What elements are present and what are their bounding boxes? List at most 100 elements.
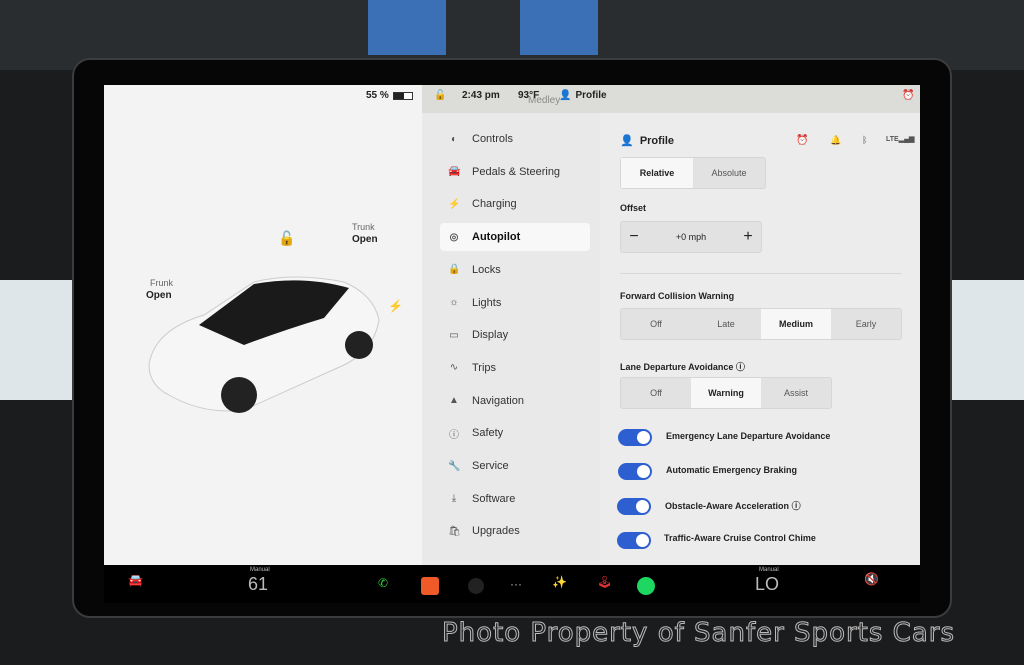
lock-icon: 🔒 (448, 264, 461, 276)
background-window (520, 0, 598, 55)
sun-icon: ☼ (449, 297, 459, 308)
charge-port-icon[interactable]: ⚡ (388, 299, 403, 313)
frunk-open-button[interactable]: Open (146, 290, 172, 301)
menu-item-autopilot[interactable]: ◎ Autopilot (440, 223, 590, 252)
battery-percent: 55 % (366, 90, 389, 101)
battery-icon (392, 91, 413, 100)
settings-menu: ◐ Controls 🚘 Pedals & Steering ⚡ Charging ◎ Aut… (422, 113, 600, 565)
trunk-label: Trunk (352, 222, 375, 232)
toybox-icon[interactable]: ✨ (552, 575, 567, 589)
offset-value: +0 mph (675, 232, 707, 242)
menu-item-navigation[interactable]: ▲ Navigation (440, 387, 590, 415)
car-icon[interactable]: 🚘 (128, 573, 143, 587)
speed-mode-absolute[interactable]: Absolute (693, 158, 765, 188)
lda-off[interactable]: Off (621, 378, 691, 408)
offset-decrease-button[interactable]: − (621, 222, 647, 252)
steering-wheel-icon: ◎ (449, 231, 459, 243)
menu-item-label: Locks (472, 263, 501, 276)
offset-increase-button[interactable]: + (735, 222, 761, 252)
volume-muted-icon[interactable]: 🔇 (864, 572, 879, 586)
right-climate-mode: Manual (759, 567, 779, 573)
more-apps-icon[interactable]: ··· (510, 577, 522, 591)
menu-item-label: Controls (472, 133, 513, 145)
toggle-icon: ◐ (450, 133, 458, 145)
speed-mode-relative[interactable]: Relative (621, 158, 693, 188)
profile-title: Profile (639, 135, 675, 147)
bolt-icon: ⚡ (448, 198, 461, 210)
menu-item-display[interactable]: ▭ Display (440, 321, 590, 349)
info-icon[interactable]: ⓘ (736, 362, 745, 372)
fcw-selector: Off Late Medium Early (620, 308, 902, 340)
menu-item-label: Autopilot (472, 231, 521, 244)
automatic-emergency-braking-toggle[interactable] (618, 463, 652, 480)
menu-item-label: Display (472, 329, 509, 342)
lock-status-icon[interactable]: 🔓 (434, 90, 446, 101)
frunk-label: Frunk (150, 278, 174, 288)
menu-item-charging[interactable]: ⚡ Charging (440, 190, 590, 218)
background-light (952, 280, 1024, 400)
navigation-icon: ▲ (449, 395, 459, 407)
lda-warning[interactable]: Warning (691, 378, 761, 408)
info-icon[interactable]: ⓘ (792, 501, 801, 511)
fcw-medium[interactable]: Medium (761, 309, 831, 339)
phone-icon[interactable]: ✆ (378, 576, 388, 590)
lda-selector: Off Warning Assist (620, 377, 832, 409)
bag-icon: 🛍 (448, 525, 461, 537)
bluetooth-icon[interactable]: ᛒ (862, 135, 867, 145)
alarm-icon[interactable]: ⏰ (796, 135, 808, 146)
cruise-chime-toggle[interactable] (617, 532, 651, 549)
left-climate-mode: Manual (250, 567, 270, 573)
menu-item-label: Charging (472, 198, 517, 211)
menu-item-label: Lights (472, 296, 502, 309)
background-window (368, 0, 446, 55)
profile-header[interactable]: 👤 Profile (620, 134, 674, 147)
offset-label: Offset (620, 203, 647, 213)
lda-label: Lane Departure Avoidance ⓘ (620, 360, 745, 373)
menu-item-label: Service (472, 460, 509, 472)
driver-temp[interactable]: 61 (248, 574, 268, 595)
lda-assist[interactable]: Assist (761, 378, 831, 408)
download-icon: ⤓ (451, 493, 457, 505)
menu-item-safety[interactable]: ⓘ Safety (440, 419, 590, 447)
menu-item-upgrades[interactable]: 🛍 Upgrades (440, 517, 590, 545)
trunk-open-button[interactable]: Open (352, 234, 378, 245)
menu-item-locks[interactable]: 🔒 Locks (440, 256, 590, 284)
person-icon: 👤 (559, 90, 572, 101)
spotify-icon[interactable] (637, 577, 655, 595)
temperature: 93°F (518, 90, 540, 101)
menu-item-label: Safety (472, 427, 504, 440)
lda-label-text: Lane Departure Avoidance (620, 362, 734, 372)
emergency-lane-departure-toggle[interactable] (618, 429, 652, 446)
obstacle-aware-acceleration-toggle[interactable] (617, 498, 651, 515)
profile-button[interactable]: 👤 Profile (559, 90, 607, 101)
wrench-icon: 🔧 (448, 460, 461, 472)
arcade-icon[interactable]: 🕹 (597, 575, 612, 589)
autopilot-settings: 👤 Profile ⏰ 🔔 ᛒ LTE▂▄▆ Relative Absolute… (600, 113, 920, 565)
menu-item-pedals-steering[interactable]: 🚘 Pedals & Steering (440, 158, 590, 186)
menu-item-service[interactable]: 🔧 Service (440, 452, 590, 480)
watermark: Photo Property of Sanfer Sports Cars (442, 618, 955, 649)
menu-item-lights[interactable]: ☼ Lights (440, 289, 590, 317)
fcw-early[interactable]: Early (831, 309, 901, 339)
alarm-icon: ⏰ (902, 90, 915, 101)
menu-item-label: Trips (472, 361, 497, 374)
touchscreen: Frunk Open Trunk Open 🔓 ⚡ Medley 55 % 🔓 … (104, 85, 920, 565)
background-light (0, 280, 72, 400)
bell-icon[interactable]: 🔔 (830, 135, 841, 146)
menu-item-label: Pedals & Steering (472, 165, 561, 178)
menu-item-controls[interactable]: ◐ Controls (440, 125, 590, 153)
toggle-label: Obstacle-Aware Acceleration ⓘ (665, 499, 801, 512)
camera-icon[interactable] (468, 578, 484, 594)
car-panel: Frunk Open Trunk Open 🔓 ⚡ (104, 85, 422, 565)
menu-item-trips[interactable]: ∿ Trips (440, 354, 590, 382)
voice-recorder-icon[interactable] (421, 577, 439, 595)
passenger-temp[interactable]: LO (755, 574, 779, 595)
offset-stepper: − +0 mph + (620, 221, 762, 253)
fcw-late[interactable]: Late (691, 309, 761, 339)
fcw-off[interactable]: Off (621, 309, 691, 339)
unlock-icon[interactable]: 🔓 (278, 230, 295, 247)
battery-status: 55 % (366, 90, 413, 101)
display-icon: ▭ (449, 329, 459, 341)
menu-item-label: Software (472, 492, 516, 505)
menu-item-software[interactable]: ⤓ Software (440, 485, 590, 513)
